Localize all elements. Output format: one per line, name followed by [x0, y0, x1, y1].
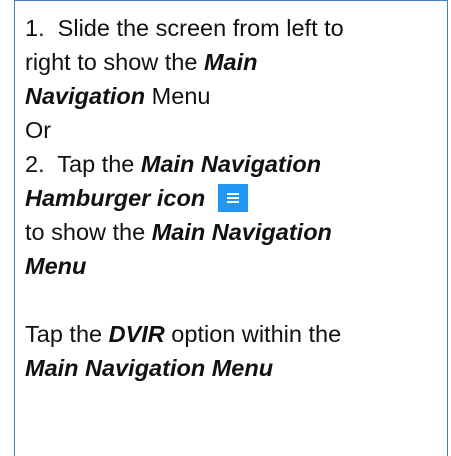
step-1-line-2: right to show the Main	[25, 45, 439, 79]
step-2-text-a: Tap the	[57, 151, 141, 177]
or-line: Or	[25, 113, 439, 147]
step-2-text-c: to show the	[25, 219, 152, 245]
hamburger-bar-bottom	[226, 201, 239, 203]
step-1-number: 1.	[25, 15, 45, 41]
step-3-text-rest: option within the	[164, 321, 342, 347]
step-1-emphasis-main: Main	[203, 49, 258, 75]
step-2-emphasis-main-navigation-2: Main Navigation	[151, 219, 332, 245]
hamburger-bar-middle	[226, 197, 239, 199]
step-2-number: 2.	[25, 151, 45, 177]
step-1-line-1: 1. Slide the screen from left to	[25, 11, 439, 45]
step-3-emphasis-main-navigation-menu: Main Navigation Menu	[25, 355, 274, 381]
step-3-text-a: Tap the	[25, 321, 109, 347]
or-text: Or	[25, 117, 52, 143]
step-2-line-3: to show the Main Navigation	[25, 215, 439, 249]
step-2-emphasis-hamburger-icon: Hamburger icon	[25, 185, 206, 211]
step-2-emphasis-main-navigation: Main Navigation	[140, 151, 322, 177]
hamburger-menu-icon	[217, 184, 248, 212]
step-1-emphasis-navigation: Navigation	[25, 83, 146, 109]
step-1-text-b: right to show the	[25, 49, 198, 75]
step-2-line-2: Hamburger icon	[25, 181, 439, 215]
step-1-text-a: Slide the screen from left to	[57, 15, 344, 41]
step-3-line-1: Tap the DVIR option within the	[25, 317, 439, 351]
instruction-panel: 1. Slide the screen from left to right t…	[14, 0, 448, 456]
hamburger-bar-top	[226, 193, 239, 195]
step-2-emphasis-menu: Menu	[25, 253, 87, 279]
step-3-emphasis-dvir: DVIR	[108, 321, 165, 347]
step-1-menu-text: Menu	[145, 83, 211, 109]
instruction-content: 1. Slide the screen from left to right t…	[25, 11, 439, 385]
step-2-line-1: 2. Tap the Main Navigation	[25, 147, 439, 181]
step-1-line-3: Navigation Menu	[25, 79, 439, 113]
step-3-line-2: Main Navigation Menu	[25, 351, 439, 385]
step-2-line-4: Menu	[25, 249, 439, 283]
